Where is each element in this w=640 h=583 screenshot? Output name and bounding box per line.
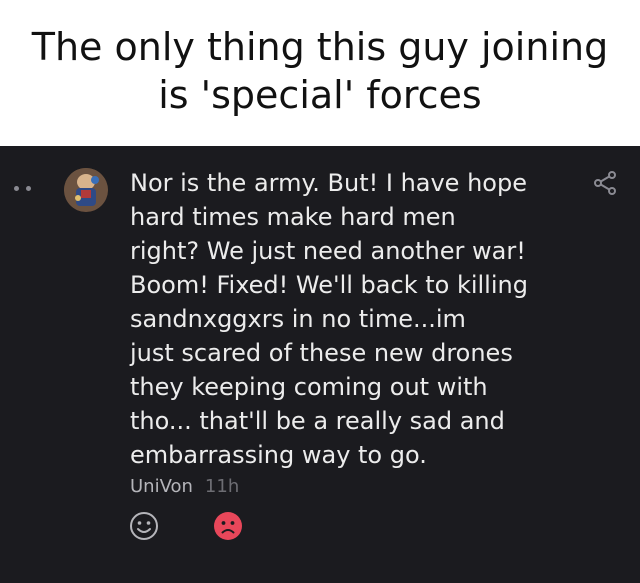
sad-face-icon[interactable] <box>212 510 244 542</box>
caption-line-2: is 'special' forces <box>158 73 482 117</box>
avatar[interactable] <box>64 168 108 212</box>
comment-timestamp: 11h <box>204 476 240 497</box>
comment-card: Nor is the army. But! I have hope hard t… <box>0 146 640 583</box>
comment-meta: UniVon 11h <box>130 476 239 497</box>
avatar-image <box>64 168 108 212</box>
smile-face-icon[interactable] <box>128 510 160 542</box>
author-name[interactable]: UniVon <box>130 476 193 497</box>
comment-line: embarrassing way to go. <box>130 441 427 469</box>
share-icon[interactable] <box>592 170 618 196</box>
more-dots-icon[interactable] <box>14 186 31 191</box>
dot <box>14 186 19 191</box>
comment-line: hard times make hard men <box>130 203 456 231</box>
meme-caption: The only thing this guy joining is 'spec… <box>0 0 640 146</box>
caption-line-1: The only thing this guy joining <box>31 25 609 69</box>
meme-caption-text: The only thing this guy joining is 'spec… <box>20 23 620 119</box>
comment-line: tho... that'll be a really sad and <box>130 407 505 435</box>
comment-line: right? We just need another war! <box>130 237 526 265</box>
comment-line: they keeping coming out with <box>130 373 488 401</box>
comment-line: just scared of these new drones <box>130 339 513 367</box>
comment-text: Nor is the army. But! I have hope hard t… <box>130 166 550 472</box>
comment-line: sandnxggxrs in no time...im <box>130 305 466 333</box>
comment-line: Nor is the army. But! I have hope <box>130 169 527 197</box>
comment-line: Boom! Fixed! We'll back to killing <box>130 271 528 299</box>
dot <box>26 186 31 191</box>
